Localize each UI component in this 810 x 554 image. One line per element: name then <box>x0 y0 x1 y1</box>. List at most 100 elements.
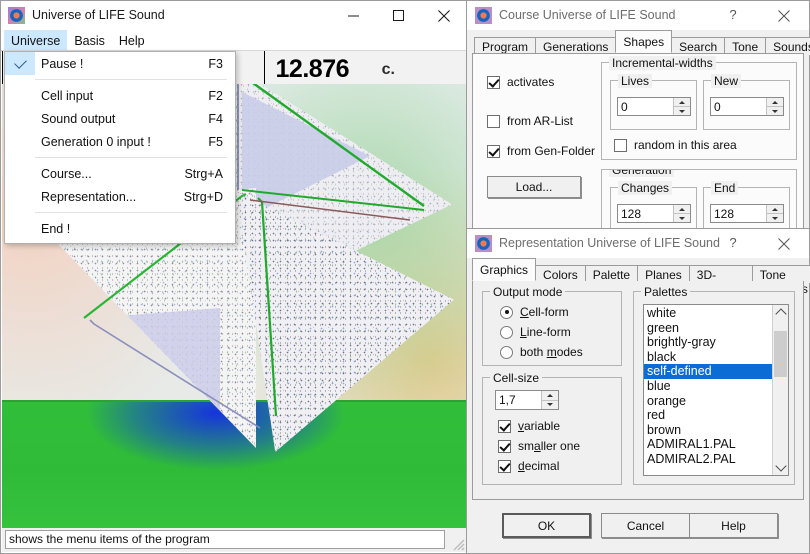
load-button[interactable]: Load... <box>487 176 581 198</box>
cancel-button[interactable]: Cancel <box>601 513 690 538</box>
menu-item-end[interactable]: End ! <box>5 217 235 240</box>
list-item[interactable]: ADMIRAL1.PAL <box>644 437 772 452</box>
menu-item-generation-0-input[interactable]: Generation 0 input ! F5 <box>5 130 235 153</box>
ok-button[interactable]: OK <box>502 513 591 538</box>
radio-dot <box>500 325 513 339</box>
lives-spinner[interactable]: 0 <box>617 97 691 116</box>
menu-item-label: Representation... <box>41 189 137 204</box>
resize-grip-icon[interactable] <box>451 537 465 551</box>
scroll-up-icon[interactable] <box>773 305 788 320</box>
checkbox-activates[interactable]: activates <box>487 75 554 89</box>
menu-universe[interactable]: Universe <box>4 30 68 50</box>
tab-label: Planes <box>645 268 682 282</box>
checkbox-decimal[interactable]: decimal <box>498 459 559 473</box>
end-value: 128 <box>714 207 735 221</box>
tab-label: Tone <box>732 40 759 54</box>
checkbox-from-ar-list[interactable]: from AR-List <box>487 114 573 128</box>
help-button-label: Help <box>721 518 746 533</box>
spinner-arrows[interactable] <box>766 98 783 115</box>
list-item[interactable]: green <box>644 321 772 336</box>
course-dialog-tabs: Program Generations Shapes Search Tone S… <box>467 30 810 55</box>
maximize-icon[interactable] <box>376 1 421 30</box>
radio-dot <box>500 305 513 319</box>
list-item[interactable]: ADMIRAL2.PAL <box>644 452 772 467</box>
help-button[interactable]: ? <box>718 7 748 25</box>
lives-value: 0 <box>621 100 628 114</box>
menu-item-pause[interactable]: Pause ! F3 <box>5 52 235 75</box>
changes-spinner[interactable]: 128 <box>617 204 691 223</box>
spinner-arrows[interactable] <box>766 205 783 222</box>
palettes-listbox[interactable]: white green brightly-gray black self-def… <box>643 304 789 476</box>
close-icon[interactable] <box>769 6 799 26</box>
checkbox-random-in-this-area[interactable]: random in this area <box>614 138 737 152</box>
close-icon[interactable] <box>421 1 466 30</box>
radio-cell-form[interactable]: Cell-form <box>500 305 569 319</box>
course-dialog-title: Course Universe of LIFE Sound <box>499 8 676 22</box>
spinner-arrows[interactable] <box>541 391 558 409</box>
menu-separator <box>35 79 227 80</box>
readout-unit: c. <box>381 61 395 78</box>
list-item[interactable]: orange <box>644 394 772 409</box>
menu-item-label: Generation 0 input ! <box>41 134 151 149</box>
list-item[interactable]: blue <box>644 379 772 394</box>
checkbox-smaller-one[interactable]: smaller one <box>498 439 580 453</box>
group-legend: New <box>711 74 742 88</box>
group-legend: Cell-size <box>490 371 543 385</box>
help-button[interactable]: ? <box>718 235 748 253</box>
menu-help[interactable]: Help <box>112 30 152 50</box>
radio-both-modes[interactable]: both modes <box>500 345 583 359</box>
representation-dialog: Representation Universe of LIFE Sound ? … <box>466 228 810 554</box>
new-value: 0 <box>714 100 721 114</box>
checkbox-from-gen-folder[interactable]: from Gen-Folder <box>487 144 595 158</box>
group-legend: End <box>711 181 739 195</box>
load-button-label: Load... <box>515 180 553 194</box>
tab-label: Palette <box>592 268 631 282</box>
minimize-icon[interactable] <box>331 1 376 30</box>
menu-item-accel: F3 <box>208 56 223 71</box>
menu-item-course[interactable]: Course... Strg+A <box>5 162 235 185</box>
cell-size-value: 1,7 <box>499 393 516 407</box>
radio-label: both modes <box>520 345 583 359</box>
close-icon[interactable] <box>769 234 799 254</box>
tab-shapes[interactable]: Shapes <box>615 30 673 53</box>
radio-line-form[interactable]: Line-form <box>500 325 571 339</box>
checkbox-variable[interactable]: variable <box>498 419 560 433</box>
list-item[interactable]: brightly-gray <box>644 335 772 350</box>
menu-item-label: Pause ! <box>41 56 84 71</box>
palettes-scrollbar[interactable] <box>772 305 788 475</box>
tab-graphics[interactable]: Graphics <box>472 258 537 281</box>
menu-basis[interactable]: Basis <box>67 30 112 50</box>
list-item[interactable]: red <box>644 408 772 423</box>
menu-item-sound-output[interactable]: Sound output F4 <box>5 107 235 130</box>
list-item[interactable]: black <box>644 350 772 365</box>
help-button[interactable]: Help <box>689 513 778 538</box>
graphics-panel: Output mode Cell-form Line-form both mod… <box>472 281 804 500</box>
menu-separator <box>35 157 227 158</box>
universe-dropdown-menu[interactable]: Pause ! F3 Cell input F2 Sound output F4… <box>4 51 236 244</box>
list-item[interactable]: brown <box>644 423 772 438</box>
scroll-down-icon[interactable] <box>773 460 788 475</box>
tab-label: Search <box>679 40 718 54</box>
representation-dialog-tabs: Graphics Colors Palette Planes 3D-Graphi… <box>467 258 810 296</box>
main-menubar: Universe Basis Help <box>1 30 466 51</box>
course-dialog-titlebar: Course Universe of LIFE Sound ? <box>467 1 809 30</box>
menu-item-label: Cell input <box>41 88 94 103</box>
new-spinner[interactable]: 0 <box>710 97 784 116</box>
app-icon <box>475 235 492 252</box>
end-spinner[interactable]: 128 <box>710 204 784 223</box>
checkbox-label: activates <box>507 75 555 89</box>
menu-item-cell-input[interactable]: Cell input F2 <box>5 84 235 107</box>
spinner-arrows[interactable] <box>673 98 690 115</box>
menu-item-label: Course... <box>41 166 92 181</box>
main-window-title: Universe of LIFE Sound <box>32 8 165 22</box>
list-item-selected[interactable]: self-defined <box>644 364 772 379</box>
cell-size-spinner[interactable]: 1,7 <box>495 390 559 410</box>
check-slot <box>5 185 35 208</box>
list-item[interactable]: white <box>644 306 772 321</box>
scrollbar-thumb[interactable] <box>774 331 787 377</box>
checkbox-label: variable <box>518 419 561 433</box>
spinner-arrows[interactable] <box>673 205 690 222</box>
menu-universe-label: Universe <box>11 33 61 48</box>
menu-item-representation[interactable]: Representation... Strg+D <box>5 185 235 208</box>
course-shapes-panel: activates from AR-List from Gen-Folder L… <box>472 53 804 239</box>
